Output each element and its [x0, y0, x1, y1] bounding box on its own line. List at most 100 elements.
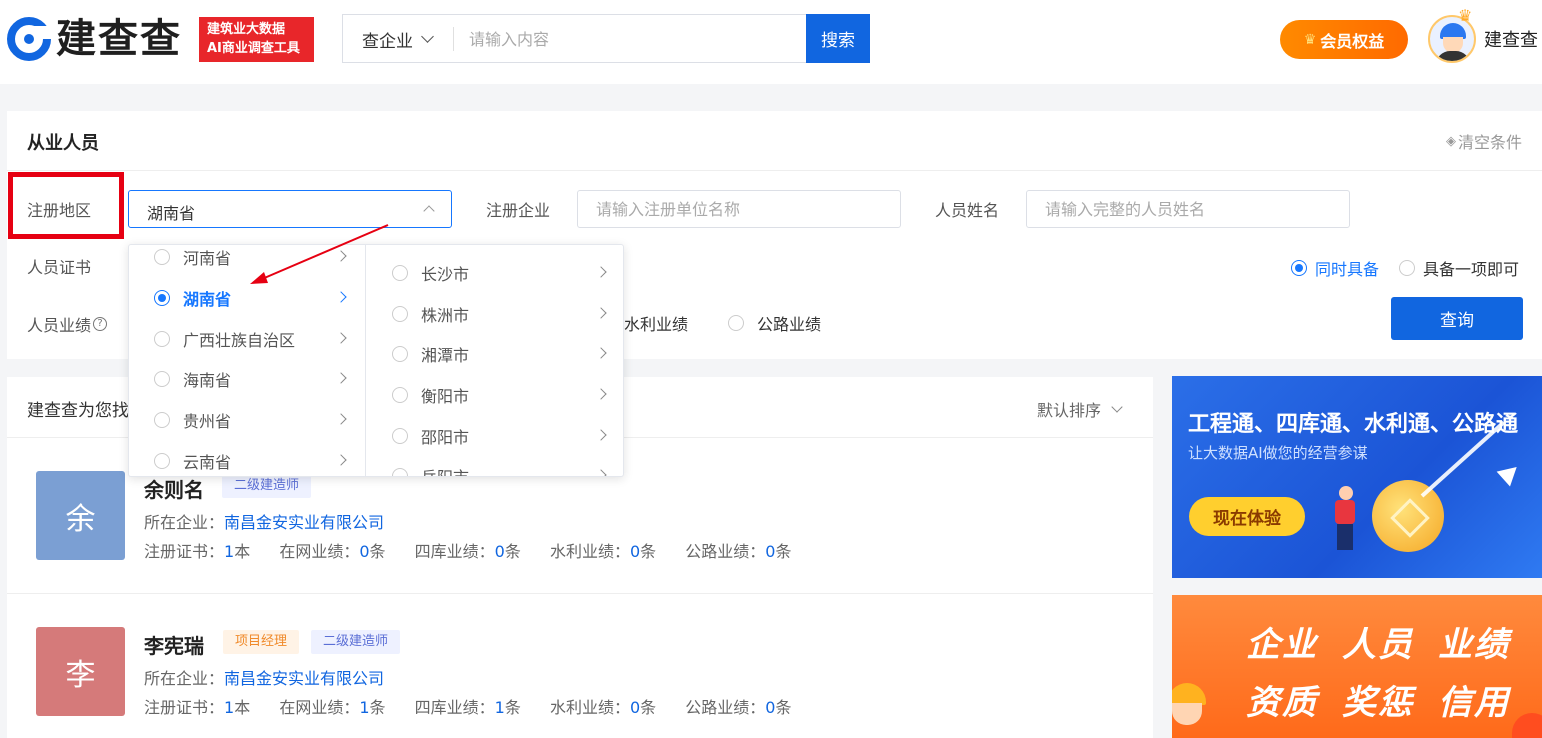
eraser-icon: ◈ [1445, 133, 1456, 149]
stat-siku-performance: 四库业绩：0条 [415, 542, 521, 561]
stat-label: 水利业绩： [549, 542, 630, 561]
city-label: 岳阳市 [421, 464, 469, 476]
stat-value: 0 [765, 542, 776, 561]
province-option[interactable]: 河南省 [129, 245, 365, 277]
company-input[interactable] [577, 190, 901, 228]
chevron-right-icon [595, 429, 607, 441]
search-input[interactable] [469, 25, 799, 53]
stat-unit: 条 [775, 542, 792, 561]
region-select-value: 湖南省 [147, 204, 196, 223]
user-name[interactable]: 建查查 [1484, 26, 1538, 52]
province-label: 海南省 [183, 371, 232, 390]
region-cascader-dropdown: 河南省 湖南省 广西壮族自治区 海南省 贵州省 云南省 长沙市 株洲市 湘潭市 … [128, 244, 624, 477]
help-icon[interactable]: ? [93, 317, 108, 331]
city-list: 长沙市 株洲市 湘潭市 衡阳市 邵阳市 岳阳市 [367, 245, 623, 476]
city-option[interactable]: 衡阳市 [367, 375, 623, 415]
city-option[interactable]: 株洲市 [367, 294, 623, 334]
qualification-tag: 二级建造师 [311, 630, 401, 654]
stat-unit: 条 [640, 542, 657, 561]
person-name[interactable]: 李宪瑞 [144, 630, 204, 659]
annotation-highlight-box [8, 172, 124, 239]
person-stats: 注册证书：1本 在网业绩：1条 四库业绩：1条 水利业绩：0条 公路业绩：0条 [144, 694, 815, 718]
radio-icon [392, 468, 408, 476]
match-any-radio[interactable]: 具备一项即可 [1399, 256, 1519, 280]
stat-water-performance: 水利业绩：0条 [550, 542, 656, 561]
city-option[interactable]: 岳阳市 [367, 456, 623, 476]
city-label: 邵阳市 [421, 428, 470, 447]
banner-word: 企业 [1246, 625, 1318, 665]
performance-label: 人员业绩 ? [27, 312, 108, 336]
banner-row-2: 资质 奖惩 信用 [1246, 675, 1534, 724]
promo-banner-tools[interactable]: 工程通、四库通、水利通、公路通 让大数据AI做您的经营参谋 现在体验 [1172, 376, 1542, 578]
chevron-right-icon [595, 347, 607, 359]
stat-value: 1 [224, 542, 235, 561]
chevron-down-icon [421, 30, 434, 43]
logo-icon [7, 17, 52, 61]
certificate-label: 人员证书 [27, 258, 92, 277]
stat-unit: 条 [369, 542, 386, 561]
search-button[interactable]: 搜索 [806, 14, 870, 63]
province-option[interactable]: 广西壮族自治区 [129, 319, 365, 359]
person-card[interactable]: 李 李宪瑞 项目经理 二级建造师 所在企业：南昌金安实业有限公司 注册证书：1本… [7, 594, 1153, 738]
region-select[interactable]: 湖南省 [128, 190, 452, 228]
company-link[interactable]: 南昌金安实业有限公司 [224, 513, 384, 532]
radio-icon [392, 387, 408, 403]
province-option[interactable]: 贵州省 [129, 400, 365, 440]
radio-checked-icon [154, 290, 170, 306]
coin-icon [1372, 480, 1444, 552]
city-option[interactable]: 长沙市 [367, 253, 623, 293]
stat-value: 0 [359, 542, 370, 561]
search-type-select[interactable]: 查企业 [362, 27, 434, 52]
perf-option-road-label: 公路业绩 [757, 315, 822, 334]
province-option[interactable]: 云南省 [129, 441, 365, 476]
city-label: 湘潭市 [421, 346, 470, 365]
stat-label: 公路业绩： [685, 542, 766, 561]
query-button[interactable]: 查询 [1391, 297, 1523, 340]
perf-option-water-label: 水利业绩 [624, 315, 689, 334]
radio-icon [728, 315, 744, 331]
promo-banner-categories[interactable]: 企业 人员 业绩 资质 奖惩 信用 [1172, 595, 1542, 738]
stat-value: 0 [494, 542, 505, 561]
chevron-right-icon [595, 469, 607, 476]
results-title: 建查查为您找 [27, 401, 129, 421]
company-label: 注册企业 [486, 201, 551, 220]
province-label: 湖南省 [183, 290, 232, 309]
chevron-down-icon [1111, 400, 1123, 413]
province-option[interactable]: 海南省 [129, 359, 365, 399]
top-header: 建查查 建筑业大数据 AI商业调查工具 查企业 搜索 ♛ 会员权益 ♛ 建查查 [0, 0, 1542, 84]
radio-checked-icon [1291, 260, 1307, 276]
vip-benefits-button[interactable]: ♛ 会员权益 [1280, 20, 1408, 59]
stat-road-performance: 公路业绩：0条 [685, 698, 791, 717]
chevron-right-icon [335, 291, 347, 303]
radio-icon [154, 249, 170, 265]
match-all-radio[interactable]: 同时具备 [1291, 256, 1379, 280]
stat-unit: 条 [504, 698, 521, 717]
stat-value: 0 [629, 542, 641, 561]
person-avatar: 余 [36, 471, 125, 560]
perf-option-road[interactable]: 公路业绩 [728, 311, 821, 335]
person-name-input[interactable] [1026, 190, 1350, 228]
sort-label: 默认排序 [1037, 401, 1102, 420]
banner-subtitle: 让大数据AI做您的经营参谋 [1188, 444, 1368, 462]
company-link[interactable]: 南昌金安实业有限公司 [224, 669, 384, 688]
performance-label-text: 人员业绩 [27, 316, 92, 335]
person-company: 所在企业：南昌金安实业有限公司 [144, 509, 384, 533]
banner-word: 业绩 [1438, 625, 1510, 665]
city-option[interactable]: 湘潭市 [367, 334, 623, 374]
try-now-button[interactable]: 现在体验 [1189, 497, 1305, 536]
stat-label: 水利业绩： [549, 698, 630, 717]
stat-certificates: 注册证书：1本 [144, 698, 250, 717]
logo[interactable]: 建查查 [6, 14, 182, 64]
person-name[interactable]: 余则名 [144, 474, 204, 503]
city-option[interactable]: 邵阳市 [367, 416, 623, 456]
stat-value: 0 [629, 698, 641, 717]
sort-select[interactable]: 默认排序 [1037, 397, 1123, 421]
illustration-legs [1337, 524, 1353, 550]
perf-option-water[interactable]: 水利业绩 [624, 311, 688, 335]
clear-conditions-button[interactable]: ◈ 清空条件 [1446, 129, 1522, 153]
person-stats: 注册证书：1本 在网业绩：0条 四库业绩：0条 水利业绩：0条 公路业绩：0条 [144, 538, 815, 562]
stat-unit: 条 [504, 542, 521, 561]
filter-title: 从业人员 [27, 133, 99, 154]
illustration-torso [1335, 500, 1355, 524]
province-option[interactable]: 湖南省 [129, 278, 365, 318]
